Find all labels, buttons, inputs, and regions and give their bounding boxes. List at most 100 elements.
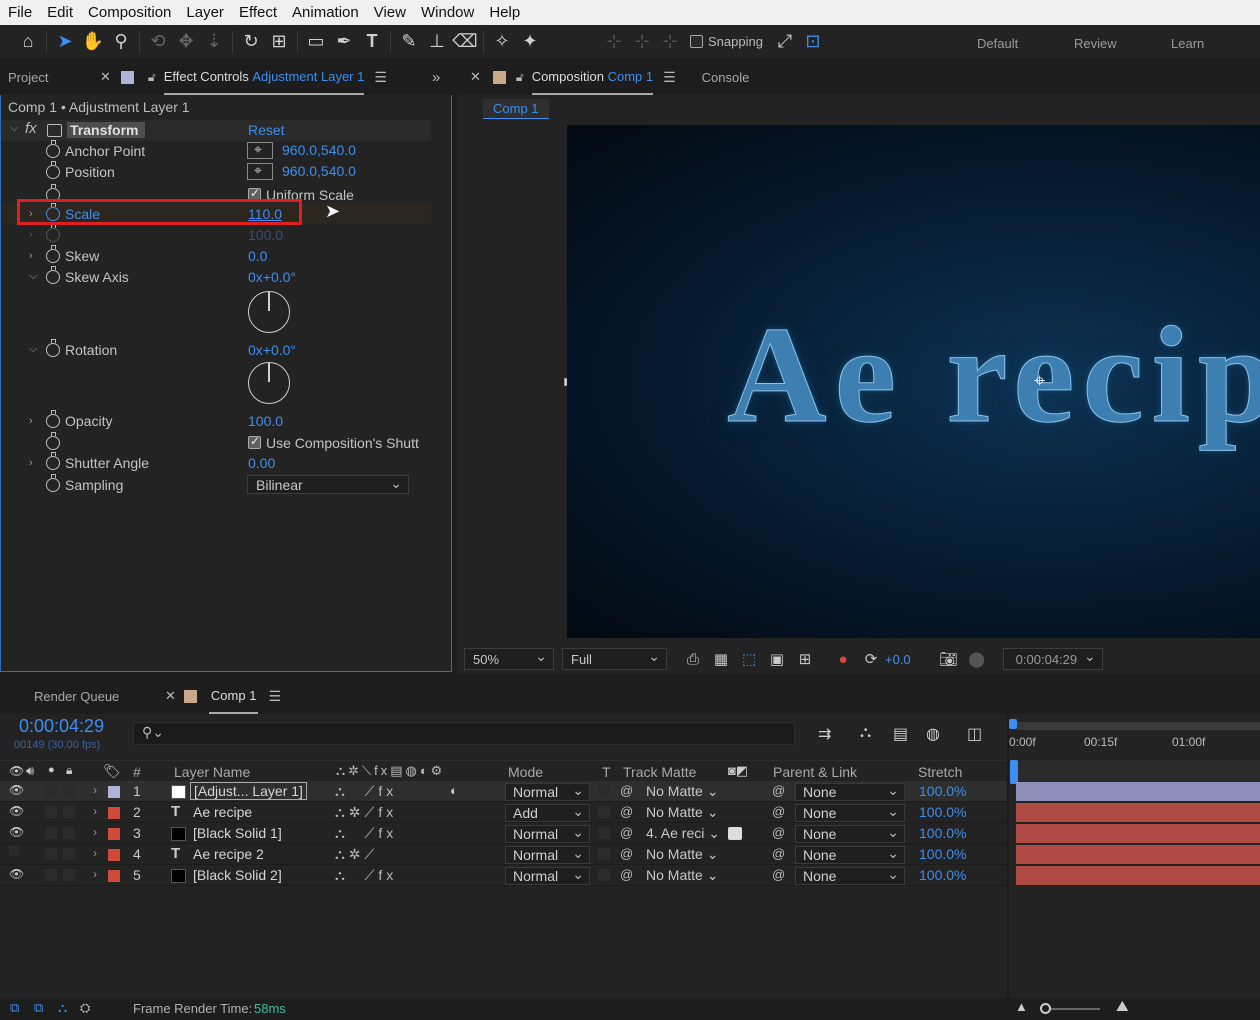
- zoom-dropdown[interactable]: 50%: [464, 648, 554, 670]
- close-icon[interactable]: ✕: [470, 69, 481, 85]
- column-parent[interactable]: Parent & Link: [773, 764, 857, 780]
- chevron-right-icon[interactable]: ›: [93, 846, 97, 860]
- workspace-review[interactable]: Review: [1074, 36, 1117, 51]
- mask-visibility-icon[interactable]: ⬚: [735, 650, 763, 668]
- parent-dropdown[interactable]: None: [795, 866, 905, 885]
- chevron-right-icon[interactable]: ›: [93, 804, 97, 818]
- label-tag-header-icon[interactable]: 🏷︎: [103, 763, 121, 780]
- menu-composition[interactable]: Composition: [80, 0, 178, 25]
- stopwatch-icon[interactable]: [46, 473, 60, 492]
- layer-duration-bar[interactable]: [1016, 845, 1260, 864]
- fx-icon[interactable]: fx: [25, 120, 37, 137]
- chevron-right-icon[interactable]: ›: [29, 415, 33, 427]
- preserve-transparency-toggle[interactable]: [598, 869, 610, 881]
- layer-name[interactable]: [Black Solid 2]: [193, 867, 282, 883]
- track-matte-dropdown[interactable]: No Matte ⌄: [646, 783, 718, 800]
- axis-view-icon[interactable]: ⊹: [656, 28, 684, 56]
- menu-view[interactable]: View: [366, 0, 413, 25]
- close-icon[interactable]: ✕: [165, 688, 176, 704]
- blend-mode-dropdown[interactable]: Normal: [505, 824, 590, 843]
- stopwatch-icon[interactable]: [46, 265, 60, 284]
- tab-timeline-comp[interactable]: Comp 1: [208, 678, 259, 714]
- work-area-bar[interactable]: [1017, 722, 1260, 730]
- type-tool-icon[interactable]: T: [358, 28, 386, 56]
- track-matte-dropdown[interactable]: 4. Ae reci ⌄: [646, 825, 720, 842]
- grid-guides-icon[interactable]: ⊞: [791, 650, 819, 668]
- roto-brush-icon[interactable]: ✧: [488, 28, 516, 56]
- tab-effect-controls[interactable]: Effect Controls Adjustment Layer 1: [163, 59, 365, 95]
- show-snapshot-icon[interactable]: ⬤: [963, 650, 991, 668]
- menu-animation[interactable]: Animation: [284, 0, 366, 25]
- menu-file[interactable]: File: [0, 0, 39, 25]
- effect-name-label[interactable]: Transform: [67, 122, 145, 138]
- layer-switches[interactable]: ⛬✲⟋: [335, 846, 378, 863]
- matte-pickwhip-icon[interactable]: @: [620, 783, 633, 798]
- solo-toggle[interactable]: [45, 848, 57, 860]
- video-visibility-off-icon[interactable]: [9, 846, 19, 856]
- menu-window[interactable]: Window: [413, 0, 481, 25]
- rectangle-tool-icon[interactable]: ▭: [302, 28, 330, 56]
- clone-stamp-icon[interactable]: ⊥: [423, 28, 451, 56]
- layer-switches-icon[interactable]: ⧉: [10, 1000, 19, 1016]
- anchor-point-value[interactable]: 960.0,540.0: [282, 142, 356, 158]
- menu-effect[interactable]: Effect: [231, 0, 284, 25]
- video-visibility-eye-icon[interactable]: 👁︎: [9, 783, 24, 797]
- exposure-value[interactable]: +0.0: [885, 652, 911, 667]
- solo-header-icon[interactable]: ●: [48, 764, 55, 776]
- lock-toggle[interactable]: [63, 869, 75, 881]
- panel-menu-icon[interactable]: ☰: [663, 69, 676, 86]
- reset-button[interactable]: Reset: [248, 122, 285, 138]
- point-target-icon[interactable]: [247, 141, 273, 160]
- panel-menu-icon[interactable]: ☰: [268, 688, 281, 705]
- tab-render-queue[interactable]: Render Queue: [0, 678, 165, 714]
- stretch-value[interactable]: 100.0%: [919, 825, 966, 841]
- render-time-icon[interactable]: ⛭: [80, 1000, 90, 1016]
- lock-header-icon[interactable]: 🔒︎: [66, 763, 72, 778]
- selection-tool-icon[interactable]: ➤: [51, 28, 79, 56]
- snap-edges-icon[interactable]: ⤢: [771, 28, 799, 56]
- transparency-grid-icon[interactable]: ▦: [707, 650, 735, 668]
- label-color-swatch[interactable]: [108, 870, 120, 882]
- fast-previews-icon[interactable]: ⎙: [679, 651, 707, 668]
- layer-duration-bar[interactable]: [1016, 824, 1260, 843]
- sampling-dropdown[interactable]: Bilinear: [247, 475, 409, 494]
- stopwatch-icon[interactable]: [46, 160, 60, 179]
- snapshot-camera-icon[interactable]: 📷︎: [935, 650, 963, 668]
- orbit-camera-icon[interactable]: ⟲: [144, 28, 172, 56]
- chevron-down-icon[interactable]: ⌵: [10, 122, 18, 135]
- layer-switches[interactable]: ⛬ ⟋fx: [335, 783, 397, 800]
- stretch-value[interactable]: 100.0%: [919, 846, 966, 862]
- solo-toggle[interactable]: [45, 785, 57, 797]
- layer-duration-bar[interactable]: [1016, 866, 1260, 885]
- channel-icon[interactable]: ●: [829, 651, 857, 668]
- pan-behind-tool-icon[interactable]: ⊞: [265, 28, 293, 56]
- frame-blending-icon[interactable]: ▤: [893, 724, 908, 744]
- label-color-swatch[interactable]: [108, 807, 120, 819]
- track-matte-dropdown[interactable]: No Matte ⌄: [646, 846, 718, 863]
- stopwatch-icon[interactable]: [46, 409, 60, 428]
- adjustment-layer-icon[interactable]: ◐: [450, 783, 458, 798]
- in-out-icon[interactable]: ⛬: [58, 1000, 67, 1016]
- lock-toggle[interactable]: [63, 785, 75, 797]
- timeline-zoom-slider[interactable]: [1040, 1003, 1100, 1014]
- skew-axis-value[interactable]: 0x+0.0°: [248, 269, 296, 285]
- current-time-display[interactable]: 0:00:04:29: [1002, 648, 1103, 670]
- stopwatch-icon[interactable]: [46, 139, 60, 158]
- workspace-default[interactable]: Default: [977, 36, 1018, 51]
- blend-mode-dropdown[interactable]: Add: [505, 803, 590, 822]
- stretch-value[interactable]: 100.0%: [919, 867, 966, 883]
- track-matte-dropdown[interactable]: No Matte ⌄: [646, 867, 718, 884]
- matte-alpha-icon[interactable]: [728, 827, 742, 840]
- layer-row[interactable]: 👁︎ › 1 [Adjust... Layer 1] ⛬ ⟋fx ◐ Normal @ No M…: [0, 781, 1007, 802]
- video-visibility-eye-icon[interactable]: 👁︎: [9, 867, 24, 881]
- matte-pickwhip-icon[interactable]: @: [620, 825, 633, 840]
- chevron-right-icon[interactable]: ›: [93, 867, 97, 881]
- zoom-out-icon[interactable]: ▲: [1015, 999, 1028, 1014]
- column-stretch[interactable]: Stretch: [918, 764, 962, 780]
- chevron-right-icon[interactable]: ›: [29, 250, 33, 262]
- chevron-down-icon[interactable]: ⌵: [29, 270, 37, 283]
- stopwatch-icon[interactable]: [46, 338, 60, 357]
- menu-layer[interactable]: Layer: [178, 0, 231, 25]
- close-icon[interactable]: ✕: [100, 69, 111, 85]
- tab-console[interactable]: Console: [692, 59, 760, 95]
